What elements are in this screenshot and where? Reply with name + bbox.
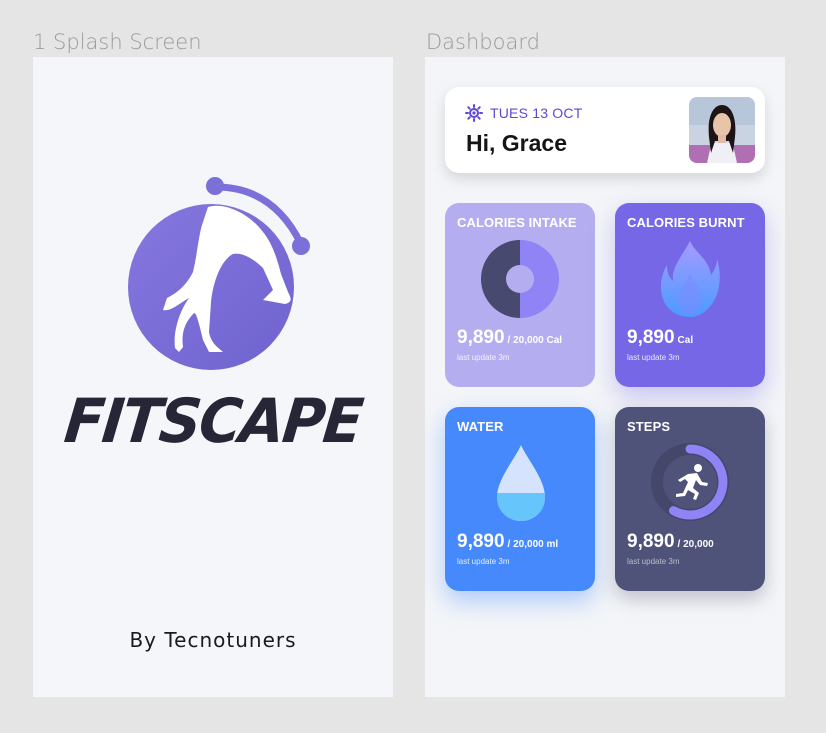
sun-icon [465,104,483,122]
user-avatar-photo-icon [689,97,755,163]
running-icon [676,464,708,500]
value-unit: Cal [677,335,694,346]
donut-chart-icon [481,240,559,318]
value-number: 9,890 [457,327,505,348]
steps-value: 9,890/ 20,000 [627,531,714,553]
last-update-text: last update 3m [457,353,510,362]
flame-icon [660,241,720,317]
tile-title: CALORIES BURNT [627,215,745,230]
splash-frame-label: 1 Splash Screen [33,30,202,54]
value-number: 9,890 [627,531,675,552]
value-number: 9,890 [627,327,675,348]
greeting-card: TUES 13 OCT Hi, Grace [445,87,765,173]
last-update-text: last update 3m [457,557,510,566]
steps-card[interactable]: STEPS 9,890/ 20,000 last update 3m [615,407,765,591]
greeting-text: Hi, Grace [466,130,567,156]
calories-intake-value: 9,890/ 20,000 Cal [457,327,562,349]
calories-burnt-card[interactable]: CALORIES BURNT 9,890 Cal last update 3m [615,203,765,387]
water-card[interactable]: WATER 9,890/ 20,000 ml last update 3m [445,407,595,591]
tile-title: WATER [457,419,504,434]
water-value: 9,890/ 20,000 ml [457,531,558,553]
dashboard-frame-label: Dashboard [426,30,540,54]
splash-screen: FITSCAPE By Tecnotuners [33,57,393,697]
calories-intake-card[interactable]: CALORIES INTAKE 9,890/ 20,000 Cal last u… [445,203,595,387]
byline-text: By Tecnotuners [129,628,297,652]
dashboard-screen: TUES 13 OCT Hi, Grace CALORIES INTAKE 9,… [425,57,785,697]
calories-burnt-value: 9,890 Cal [627,327,693,349]
date-label: TUES 13 OCT [490,105,583,121]
brand-wordmark: FITSCAPE [61,385,365,457]
last-update-text: last update 3m [627,557,680,566]
avatar[interactable] [689,97,755,163]
value-unit: / 20,000 [677,539,714,550]
last-update-text: last update 3m [627,353,680,362]
value-unit: / 20,000 Cal [507,335,563,346]
tile-title: STEPS [627,419,671,434]
steps-progress-ring [651,443,729,521]
water-drop-icon [497,445,545,521]
tile-title: CALORIES INTAKE [457,215,577,230]
value-unit: / 20,000 ml [507,539,559,550]
value-number: 9,890 [457,531,505,552]
fitscape-logo-icon [128,177,310,370]
